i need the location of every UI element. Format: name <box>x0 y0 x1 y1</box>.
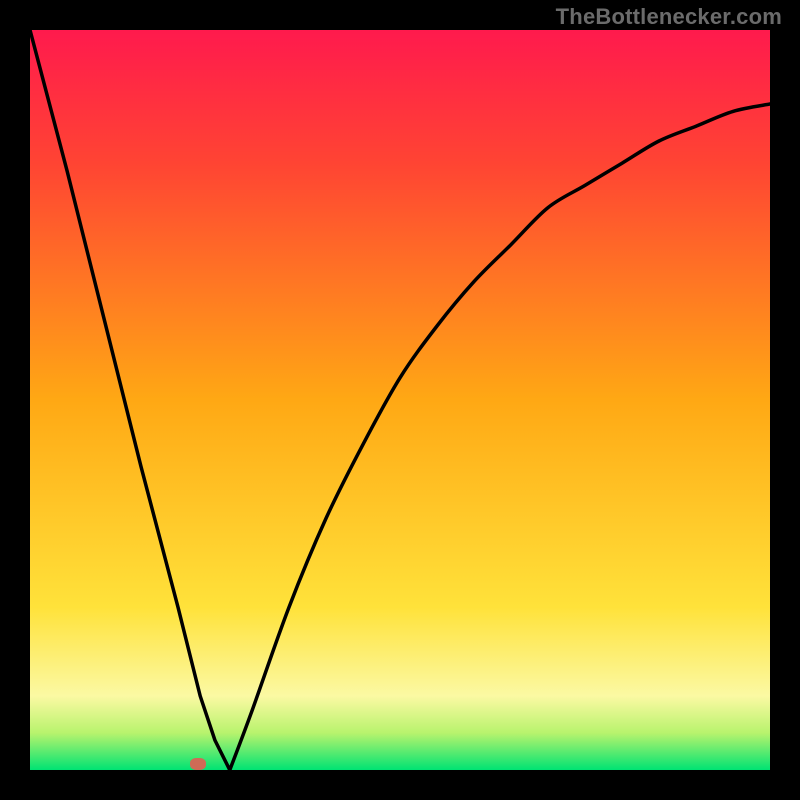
chart-container: TheBottlenecker.com <box>0 0 800 800</box>
plot-svg <box>30 30 770 770</box>
plot-area <box>30 30 770 770</box>
optimum-marker <box>190 758 206 770</box>
attribution-text: TheBottlenecker.com <box>556 4 782 30</box>
